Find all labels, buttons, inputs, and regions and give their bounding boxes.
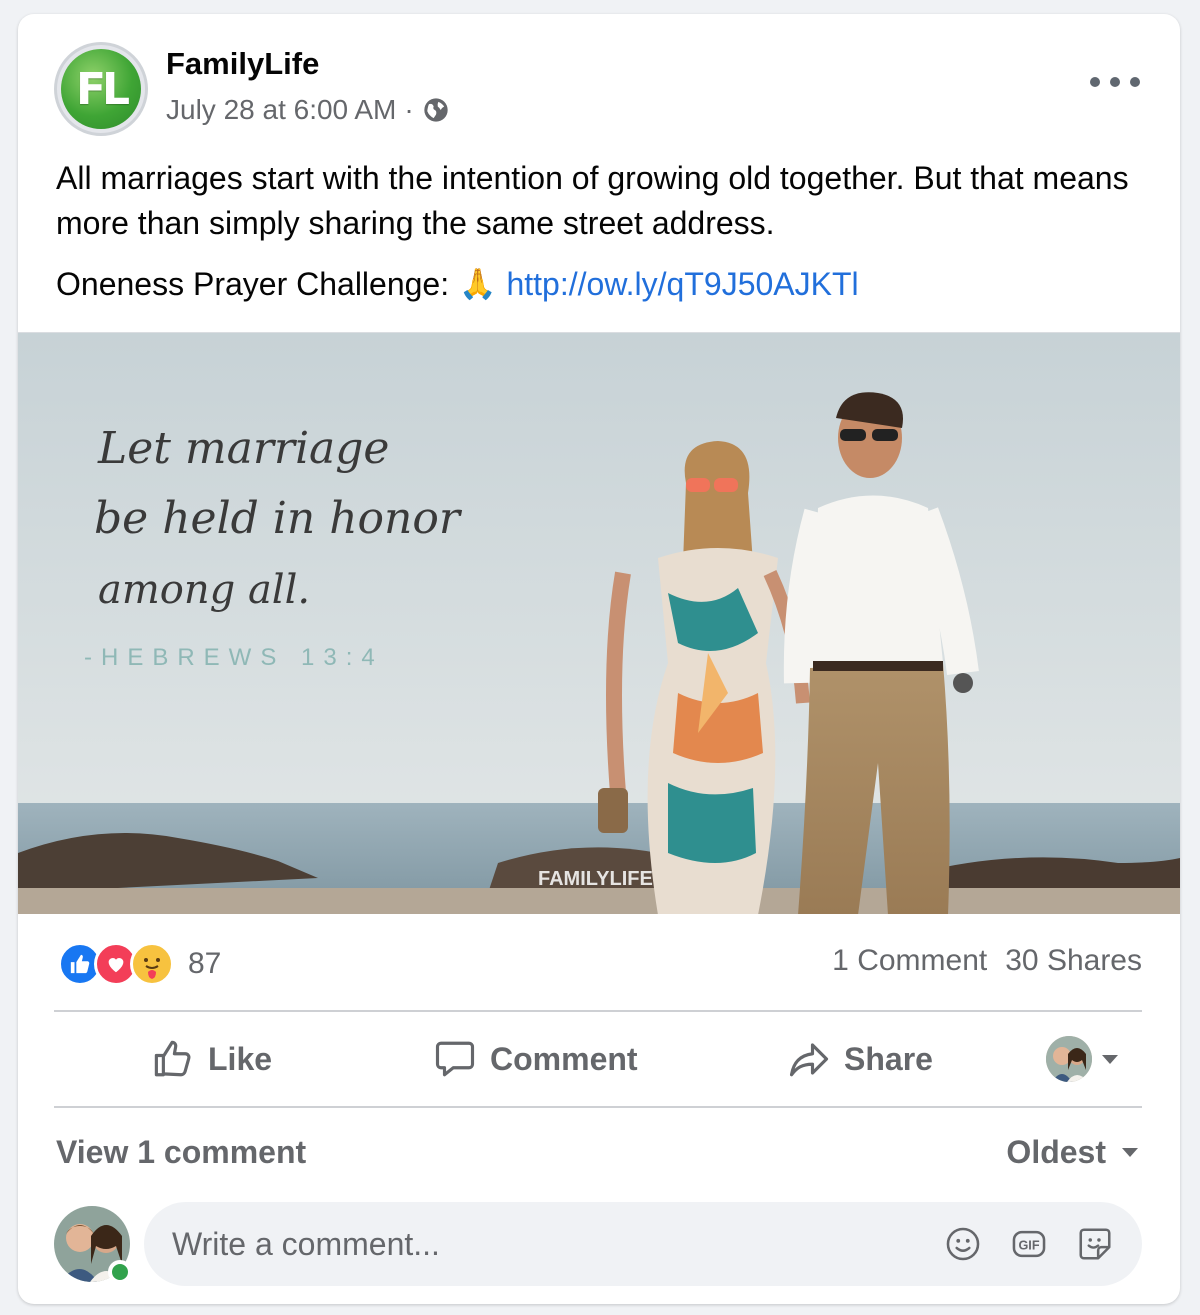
share-arrow-icon bbox=[789, 1043, 829, 1077]
page-name-link[interactable]: FamilyLife bbox=[166, 46, 319, 82]
engagement-counts: 1 Comment 30 Shares bbox=[832, 944, 1142, 978]
reaction-count: 87 bbox=[188, 947, 222, 980]
boardwalk bbox=[18, 888, 1180, 914]
post-challenge-line: Oneness Prayer Challenge: 🙏 http://ow.ly… bbox=[56, 262, 859, 307]
challenge-label: Oneness Prayer Challenge: bbox=[56, 266, 450, 302]
svg-text:GIF: GIF bbox=[1018, 1239, 1039, 1253]
comment-input[interactable] bbox=[144, 1202, 944, 1286]
thumbs-up-icon bbox=[154, 1040, 191, 1077]
reactions-summary[interactable]: 87 bbox=[58, 942, 221, 986]
like-label: Like bbox=[208, 1040, 273, 1077]
comment-tools: GIF bbox=[944, 1225, 1142, 1263]
comment-bubble-icon bbox=[435, 1041, 475, 1077]
post-card: FL FamilyLife July 28 at 6:00 AM · All m… bbox=[18, 14, 1180, 1304]
care-reaction-icon bbox=[130, 942, 174, 986]
comment-composer: GIF bbox=[144, 1202, 1142, 1286]
online-status-indicator bbox=[108, 1260, 132, 1284]
globe-icon[interactable] bbox=[422, 96, 450, 124]
view-comments-link[interactable]: View 1 comment bbox=[56, 1134, 306, 1171]
page-avatar-logo: FL bbox=[61, 49, 141, 129]
meta-separator: · bbox=[404, 94, 414, 125]
sticker-icon[interactable] bbox=[1076, 1225, 1114, 1263]
profile-avatar-small bbox=[1046, 1036, 1092, 1082]
praying-hands-emoji: 🙏 bbox=[459, 268, 497, 301]
sort-label: Oldest bbox=[1006, 1134, 1106, 1170]
chevron-down-icon bbox=[1122, 1148, 1138, 1157]
reaction-profile-selector[interactable] bbox=[1046, 1036, 1118, 1082]
post-image[interactable]: Let marriage be held in honor among all.… bbox=[18, 332, 1180, 914]
divider-top bbox=[54, 1010, 1142, 1012]
page-avatar[interactable]: FL bbox=[54, 42, 148, 136]
share-count-link[interactable]: 30 Shares bbox=[1005, 944, 1142, 978]
divider-bottom bbox=[54, 1106, 1142, 1108]
quote-line-1: Let marriage bbox=[97, 423, 389, 474]
share-label: Share bbox=[844, 1040, 933, 1077]
chevron-down-icon bbox=[1102, 1054, 1118, 1064]
comment-sort-dropdown[interactable]: Oldest bbox=[1006, 1134, 1138, 1171]
image-watermark: FAMILYLIFE bbox=[538, 868, 653, 890]
post-link[interactable]: http://ow.ly/qT9J50AJKTl bbox=[506, 262, 858, 307]
comment-button[interactable]: Comment bbox=[434, 1014, 638, 1104]
like-button[interactable]: Like bbox=[152, 1014, 272, 1104]
more-options-icon[interactable] bbox=[1090, 70, 1140, 94]
comment-count-link[interactable]: 1 Comment bbox=[832, 944, 987, 978]
emoji-icon[interactable] bbox=[944, 1225, 982, 1263]
commenter-avatar[interactable] bbox=[54, 1206, 132, 1284]
gif-icon[interactable]: GIF bbox=[1010, 1225, 1048, 1263]
share-button[interactable]: Share bbox=[788, 1014, 933, 1104]
quote-reference: -HEBREWS 13:4 bbox=[84, 644, 384, 671]
action-bar: Like Comment Share bbox=[54, 1014, 1142, 1104]
quote-line-2: be held in honor bbox=[94, 493, 463, 544]
comment-label: Comment bbox=[490, 1040, 638, 1077]
post-meta: July 28 at 6:00 AM · bbox=[166, 94, 450, 126]
post-timestamp[interactable]: July 28 at 6:00 AM bbox=[166, 94, 396, 126]
post-body-text: All marriages start with the intention o… bbox=[56, 160, 1129, 241]
quote-line-3: among all. bbox=[98, 567, 310, 613]
